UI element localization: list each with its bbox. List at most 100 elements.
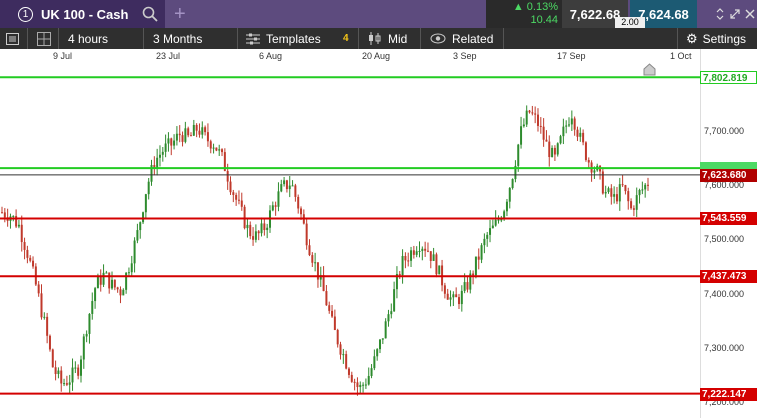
candle-body xyxy=(398,273,401,276)
candle-body xyxy=(280,184,283,192)
candle-body xyxy=(393,289,396,312)
alert-marker-icon[interactable] xyxy=(642,63,657,76)
candle-body xyxy=(158,154,161,158)
candle-body xyxy=(539,125,542,127)
candle-body xyxy=(443,285,446,294)
candle-body xyxy=(534,113,537,115)
candle-body xyxy=(1,212,3,214)
candle-body xyxy=(51,349,54,368)
add-tab-icon[interactable]: + xyxy=(174,3,186,26)
candle-body xyxy=(480,245,483,260)
close-icon[interactable] xyxy=(744,8,756,20)
candle-body xyxy=(215,147,218,151)
tab-number: 1 xyxy=(18,6,33,22)
candle-body xyxy=(576,129,579,137)
price-type-select[interactable]: Mid xyxy=(368,28,407,49)
candle-body xyxy=(20,224,23,243)
candle-body xyxy=(190,135,193,137)
candle-body xyxy=(384,321,387,339)
candle-body xyxy=(328,305,331,311)
candlestick-icon xyxy=(369,32,381,45)
candle-body xyxy=(362,384,365,386)
candle-body xyxy=(314,262,317,264)
candle-body xyxy=(421,248,424,251)
candle-body xyxy=(562,126,565,137)
candle-body xyxy=(252,236,255,240)
candle-body xyxy=(353,381,356,383)
candle-body xyxy=(336,329,339,345)
candle-body xyxy=(359,384,362,388)
range-select[interactable]: 3 Months xyxy=(153,28,202,49)
candle-body xyxy=(88,313,91,334)
candle-body xyxy=(144,194,147,213)
templates-button[interactable]: Templates xyxy=(246,28,321,49)
candle-body xyxy=(283,180,286,185)
spread-value: 2.00 xyxy=(615,17,645,28)
candle-body xyxy=(477,256,480,260)
layout-grid-icon[interactable] xyxy=(37,28,51,49)
search-icon[interactable] xyxy=(142,6,158,22)
candle-body xyxy=(195,124,198,131)
candle-body xyxy=(627,191,630,202)
x-tick: 9 Jul xyxy=(53,51,73,61)
candle-body xyxy=(94,288,97,302)
candle-body xyxy=(525,110,528,125)
candle-body xyxy=(249,224,252,237)
candle-body xyxy=(624,185,627,192)
candle-body xyxy=(46,316,49,336)
candle-body xyxy=(187,128,190,136)
expand-icon[interactable] xyxy=(729,8,741,20)
window-controls xyxy=(712,0,757,28)
candle-body xyxy=(108,272,111,289)
y-tick: 7,700.000 xyxy=(704,126,745,136)
eye-icon xyxy=(430,33,446,44)
candle-body xyxy=(192,124,195,136)
candle-body xyxy=(568,124,571,126)
candle-body xyxy=(226,170,229,182)
menu-icon[interactable] xyxy=(6,28,19,49)
candle-body xyxy=(102,272,105,285)
candle-body xyxy=(257,231,260,234)
candle-body xyxy=(404,256,407,261)
candle-body xyxy=(96,276,99,289)
candle-body xyxy=(364,384,367,386)
candle-body xyxy=(218,149,221,151)
candle-body xyxy=(260,223,263,234)
candle-body xyxy=(181,135,184,142)
candle-body xyxy=(559,136,562,144)
candle-body xyxy=(494,219,497,226)
candle-body xyxy=(325,291,328,306)
candle-body xyxy=(376,349,379,357)
candle-body xyxy=(350,374,353,382)
candle-body xyxy=(505,201,508,212)
candle-body xyxy=(474,256,477,276)
interval-select[interactable]: 4 hours xyxy=(68,28,108,49)
candle-body xyxy=(486,234,489,239)
price-chart[interactable] xyxy=(0,63,700,418)
candle-body xyxy=(520,126,523,145)
candle-body xyxy=(209,141,212,149)
candle-body xyxy=(339,344,342,355)
candle-body xyxy=(198,130,201,135)
candle-body xyxy=(63,383,66,385)
candle-body xyxy=(632,208,635,210)
candle-body xyxy=(285,180,288,190)
change-points: 10.44 xyxy=(530,14,558,26)
x-tick: 20 Aug xyxy=(362,51,391,61)
related-button[interactable]: Related xyxy=(430,28,493,49)
candle-body xyxy=(610,188,613,197)
candle-body xyxy=(122,289,125,296)
candle-body xyxy=(164,143,167,152)
settings-button[interactable]: ⚙ Settings xyxy=(686,28,746,49)
candle-body xyxy=(491,225,494,229)
candle-body xyxy=(142,212,145,223)
instrument-tab[interactable]: 1 UK 100 - Cash xyxy=(0,0,165,28)
candle-body xyxy=(116,287,119,290)
candle-body xyxy=(342,354,345,356)
candle-body xyxy=(91,301,94,314)
candle-body xyxy=(12,215,15,217)
candle-body xyxy=(29,257,32,261)
support-label: 7,543.559 xyxy=(700,212,757,226)
price-change: ▲ 0.13% 10.44 xyxy=(486,0,562,28)
collapse-icon[interactable] xyxy=(714,7,726,21)
